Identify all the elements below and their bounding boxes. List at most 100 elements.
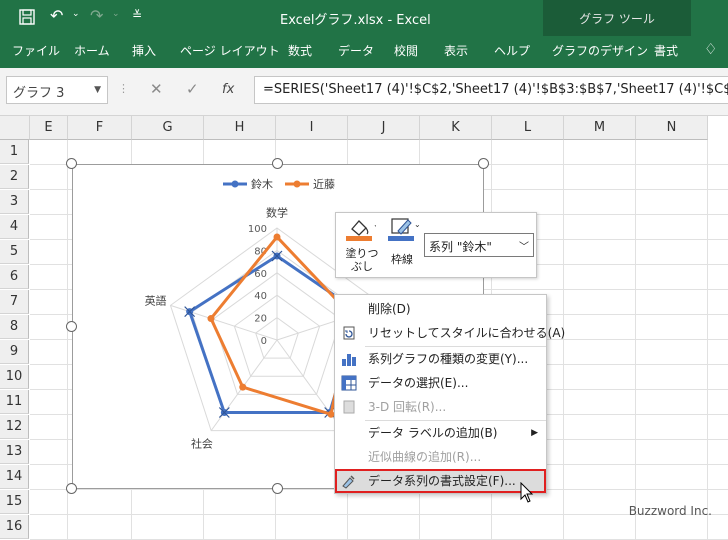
tab-chart-design[interactable]: グラフのデザイン (552, 42, 648, 59)
series-selector[interactable]: 系列 "鈴木" ﹀ (424, 233, 534, 257)
column-header[interactable]: N (636, 116, 708, 140)
row-header[interactable]: 11 (0, 390, 29, 414)
more-icon: ⋮ (118, 82, 129, 95)
save-icon[interactable] (18, 8, 36, 30)
column-header[interactable]: K (420, 116, 492, 140)
tab-help[interactable]: ヘルプ (494, 42, 530, 59)
radar-tick-label: 0 (261, 336, 267, 347)
series-marker (273, 233, 281, 241)
column-header[interactable]: J (348, 116, 420, 140)
row-header[interactable]: 8 (0, 315, 29, 339)
chart-tools-label: グラフ ツール (579, 12, 655, 26)
radar-tick-label: 100 (248, 224, 267, 235)
tab-data[interactable]: データ (338, 42, 374, 59)
row-header[interactable]: 6 (0, 265, 29, 289)
radar-tick-label: 20 (254, 314, 267, 325)
legend-entry: 鈴木 (251, 177, 273, 191)
undo-dropdown-icon[interactable]: ⌄ (72, 9, 80, 19)
row-header[interactable]: 14 (0, 465, 29, 489)
column-header[interactable]: L (492, 116, 564, 140)
chart-handle-left[interactable] (66, 321, 77, 332)
legend-marker (231, 180, 239, 188)
3d-rotation-icon (343, 400, 355, 414)
fill-button[interactable]: ⌄ 塗りつぶし (345, 217, 382, 277)
row-header[interactable]: 4 (0, 215, 29, 239)
context-menu: 削除(D) リセットしてスタイルに合わせる(A) 系列グラフの種類の変更(Y).… (334, 294, 565, 494)
chart-handle-top-left[interactable] (66, 158, 77, 169)
menu-item-delete[interactable]: 削除(D) (335, 297, 546, 321)
outline-label: 枠線 (391, 253, 413, 266)
radar-category-label: 英語 (145, 294, 167, 308)
menu-item-add-data-labels[interactable]: データ ラベルの追加(B) ▶ (335, 421, 546, 445)
customize-qat-icon[interactable]: ≚ (132, 8, 142, 22)
tab-insert[interactable]: 挿入 (132, 42, 156, 59)
series-marker (207, 315, 215, 323)
mouse-cursor-icon (520, 482, 534, 503)
insert-function-icon[interactable]: fx (222, 82, 234, 97)
tab-view[interactable]: 表示 (444, 42, 468, 59)
chart-handle-bottom-left[interactable] (66, 483, 77, 494)
chart-handle-top-right[interactable] (478, 158, 489, 169)
row-header[interactable]: 2 (0, 165, 29, 189)
column-header[interactable]: M (564, 116, 636, 140)
menu-item-format-data-series[interactable]: データ系列の書式設定(F)... (335, 469, 546, 493)
paint-bucket-icon: ⌄ (346, 220, 380, 241)
pen-outline-icon: ⌄ (388, 218, 421, 241)
menu-item-reset-style[interactable]: リセットしてスタイルに合わせる(A) (335, 321, 565, 345)
column-header[interactable]: H (204, 116, 276, 140)
select-all-corner[interactable] (0, 116, 30, 140)
tab-home[interactable]: ホーム (74, 42, 110, 59)
svg-text:⌄: ⌄ (373, 220, 376, 229)
row-header[interactable]: 16 (0, 515, 29, 539)
chart-handle-bottom[interactable] (272, 483, 283, 494)
column-header[interactable]: G (132, 116, 204, 140)
series-selector-value: 系列 "鈴木" (429, 240, 492, 254)
menu-item-select-data[interactable]: データの選択(E)... (335, 371, 546, 395)
radar-category-label: 社会 (191, 436, 213, 450)
row-header[interactable]: 3 (0, 190, 29, 214)
name-box[interactable]: グラフ 3 ▼ (6, 76, 108, 104)
legend-entry: 近藤 (313, 178, 335, 191)
reset-style-icon (343, 326, 355, 340)
svg-text:⌄: ⌄ (414, 220, 420, 229)
undo-icon[interactable]: ↶ (50, 6, 63, 25)
column-header[interactable]: I (276, 116, 348, 140)
row-header[interactable]: 9 (0, 340, 29, 364)
chart-handle-top[interactable] (272, 158, 283, 169)
enter-icon[interactable]: ✓ (186, 80, 199, 98)
formula-input[interactable]: =SERIES('Sheet17 (4)'!$C$2,'Sheet17 (4)'… (254, 76, 728, 104)
cancel-icon[interactable]: ✕ (150, 80, 163, 98)
name-box-value: グラフ 3 (13, 86, 65, 101)
outline-button[interactable]: ⌄ 枠線 (388, 217, 422, 277)
tab-formulas[interactable]: 数式 (288, 42, 312, 59)
column-header[interactable]: F (68, 116, 132, 140)
row-header[interactable]: 1 (0, 140, 29, 164)
column-header[interactable]: E (30, 116, 68, 140)
redo-dropdown-icon: ⌄ (112, 9, 120, 19)
brand-watermark: Buzzword Inc. (628, 504, 712, 518)
tab-review[interactable]: 校閲 (394, 42, 418, 59)
series-marker (239, 383, 247, 391)
row-header[interactable]: 7 (0, 290, 29, 314)
lightbulb-icon[interactable]: ♢ (704, 40, 717, 58)
row-header[interactable]: 5 (0, 240, 29, 264)
title-bar: ↶ ⌄ ↷ ⌄ ≚ Excelグラフ.xlsx - Excel グラフ ツール (0, 0, 728, 68)
fill-label: 塗りつ ぶし (345, 247, 379, 273)
tab-format[interactable]: 書式 (654, 42, 678, 59)
window-title: Excelグラフ.xlsx - Excel (280, 13, 431, 28)
bar-chart-icon (342, 354, 356, 366)
row-header[interactable]: 12 (0, 415, 29, 439)
row-header[interactable]: 10 (0, 365, 29, 389)
format-series-icon (342, 475, 355, 489)
tab-file[interactable]: ファイル (12, 42, 60, 59)
ribbon-tabs: ファイル ホーム 挿入 ページ レイアウト 数式 データ 校閲 表示 ヘルプ グ… (0, 36, 728, 68)
name-box-dropdown-icon[interactable]: ▼ (94, 85, 101, 95)
radar-tick-label: 40 (254, 291, 267, 302)
tab-page-layout[interactable]: ページ レイアウト (180, 42, 280, 59)
formula-bar-area: グラフ 3 ▼ ⋮ ✕ ✓ fx =SERIES('Sheet17 (4)'!$… (0, 68, 728, 116)
menu-item-add-trendline: 近似曲線の追加(R)... (368, 450, 482, 464)
submenu-arrow-icon: ▶ (531, 428, 538, 438)
menu-item-change-chart-type[interactable]: 系列グラフの種類の変更(Y)... (335, 347, 546, 371)
row-header[interactable]: 13 (0, 440, 29, 464)
row-header[interactable]: 15 (0, 490, 29, 514)
